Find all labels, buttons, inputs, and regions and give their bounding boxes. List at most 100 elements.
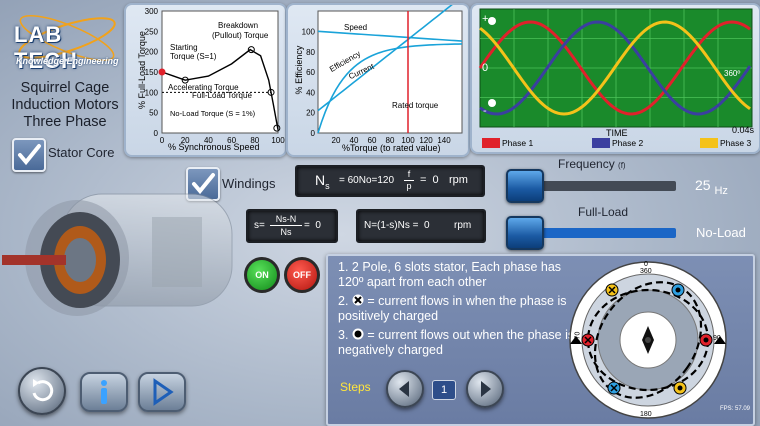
load-label: Full-Load — [578, 205, 629, 219]
info-icon — [101, 380, 107, 404]
phase-y-zero: 0 — [482, 62, 489, 74]
frequency-value: 25 Hz — [695, 177, 728, 197]
logo-text: LAB TECH — [14, 22, 78, 73]
play-button[interactable] — [138, 372, 186, 412]
dial-label-360: 360 — [640, 268, 652, 275]
rotor-speed-unit: rpm — [454, 220, 472, 231]
frequency-value-number: 25 — [695, 177, 711, 193]
ns-fraction-num: f — [404, 169, 414, 181]
step-next-button[interactable] — [466, 370, 504, 408]
slip-fraction-num: Ns-N — [270, 213, 302, 226]
efficiency-y-tick: 0 — [311, 129, 316, 138]
ns-fraction-den: p — [406, 181, 412, 191]
torque-y-tick: 0 — [154, 129, 159, 138]
play-icon — [153, 378, 174, 406]
load-value: No-Load — [696, 225, 746, 240]
step-prev-button[interactable] — [386, 370, 424, 408]
steps-label: Steps — [340, 380, 371, 394]
torque-chart-svg: 0501001502002503000 20 40 60 80 100 — [145, 7, 286, 145]
phase-legend: Phase 1 Phase 2 Phase 3 — [482, 138, 752, 150]
chevron-left-icon — [399, 381, 409, 397]
ns-unit: rpm — [449, 174, 468, 186]
efficiency-chart-svg: 02040608010020 40 60 80 100 120 140 — [302, 0, 463, 145]
title-line-3: Three Phase — [23, 114, 107, 130]
efficiency-y-axis-label: % Efficiency — [294, 45, 304, 95]
slip-value: = 0 — [304, 220, 321, 231]
ns-value: = 0 — [420, 174, 439, 186]
stator-core-checkbox[interactable] — [12, 138, 46, 172]
phase-marker-bottom — [488, 99, 496, 107]
starting-label: Starting — [170, 43, 198, 52]
torque-x-axis-label: % Synchronous Speed — [168, 142, 260, 152]
info-item-2-text: = current flows in when the phase is pos… — [338, 294, 567, 323]
frequency-label-text: Frequency — [558, 157, 615, 171]
logo-subtitle: Knowledge Engineering — [16, 56, 119, 66]
slip-fraction-den: Ns — [280, 227, 292, 237]
noload-label: No-Load Torque (S = 1%) — [170, 109, 256, 118]
rated-torque-label: Rated torque — [392, 101, 439, 110]
fullload-label: Full-Load Torque — [192, 91, 252, 100]
torque-y-axis-label: % Full-Load Torque — [137, 31, 147, 109]
dial-label-180: 180 — [640, 411, 652, 418]
fps-counter: FPS: 57.09 — [720, 406, 751, 412]
info-item-2: 2. = current flows in when the phase is … — [338, 294, 583, 324]
rotor-speed-display: N=(1-s)Ns = 0 rpm — [356, 209, 486, 243]
frequency-label: Frequency (f) — [558, 157, 626, 171]
legend-label-2: Phase 2 — [612, 138, 644, 148]
stator-dial-graphic — [569, 261, 727, 419]
frequency-slider-handle[interactable] — [506, 169, 544, 203]
ns-expression: = 60No=120 — [339, 175, 395, 186]
logo: LAB TECH Knowledge Engineering — [10, 14, 125, 73]
title-line-1: Squirrel Cage — [20, 80, 110, 96]
efficiency-x-tick: 20 — [332, 136, 341, 145]
phase-time-label: TIME — [606, 128, 628, 138]
on-button-label: ON — [255, 270, 269, 280]
torque-x-tick: 0 — [160, 136, 165, 145]
info-item-3: 3. = current flows out when the phase is… — [338, 328, 583, 358]
step-counter: 1 — [432, 380, 456, 400]
starting-label-2: Torque (S=1) — [170, 52, 217, 61]
info-item-3-text: = current flows out when the phase is ne… — [338, 328, 575, 357]
torque-y-tick: 50 — [149, 109, 158, 118]
stator-core-label: Stator Core — [48, 145, 115, 160]
ns-fraction: f p — [404, 169, 414, 192]
info-item-1: 1. 2 Pole, 6 slots stator, Each phase ha… — [338, 260, 562, 289]
phase-angle-label: 360º — [724, 69, 741, 78]
legend-swatch-1 — [482, 138, 500, 148]
phase-y-plus: + — [482, 13, 489, 25]
torque-y-tick: 300 — [145, 7, 159, 16]
synchronous-speed-display: Ns = 60No=120 f p = 0 rpm — [295, 165, 485, 197]
info-panel: 1. 2 Pole, 6 slots stator, Each phase ha… — [326, 254, 755, 426]
breakdown-label-2: (Pullout) Torque — [212, 31, 269, 40]
efficiency-y-tick: 80 — [306, 48, 315, 57]
page-title: Squirrel Cage Induction Motors Three Pha… — [0, 80, 130, 131]
check-icon — [18, 144, 41, 166]
current-out-icon — [352, 328, 364, 340]
speed-label: Speed — [344, 23, 368, 32]
dial-label-90: 90 — [713, 335, 721, 342]
rotor-speed-expression: N=(1-s)Ns = 0 — [364, 220, 430, 231]
info-item-3-number: 3. — [338, 328, 349, 342]
legend-label-3: Phase 3 — [720, 138, 752, 148]
efficiency-y-tick: 60 — [306, 68, 315, 77]
load-slider-handle[interactable] — [506, 216, 544, 250]
efficiency-chart: 0 20 40 60 80 100 20 40 60 80 100 120 140 % Efficien… — [286, 0, 470, 157]
torque-x-tick: 100 — [271, 136, 285, 145]
frequency-symbol: (f) — [618, 161, 626, 170]
phase-y-minus: - — [483, 105, 487, 117]
efficiency-x-axis-label: %Torque (to rated value) — [342, 143, 441, 153]
stator-dial: 0 360 90 180 270 — [568, 260, 728, 420]
phase-time-end: 0.04s — [732, 125, 755, 135]
slip-display: s= Ns-N Ns = 0 — [246, 209, 338, 243]
info-button[interactable] — [80, 372, 128, 412]
torque-speed-chart: 0 50 100 150 200 250 300 0 20 40 60 80 100 % Full-Lo… — [124, 3, 287, 157]
legend-swatch-3 — [700, 138, 718, 148]
off-button-label: OFF — [293, 270, 311, 280]
phase-marker-top — [488, 17, 496, 25]
dial-label-0: 0 — [644, 261, 648, 268]
motor-illustration — [2, 182, 242, 322]
off-button[interactable]: OFF — [284, 257, 320, 293]
frequency-unit: Hz — [714, 184, 728, 197]
reset-button[interactable] — [18, 367, 66, 415]
on-button[interactable]: ON — [244, 257, 280, 293]
